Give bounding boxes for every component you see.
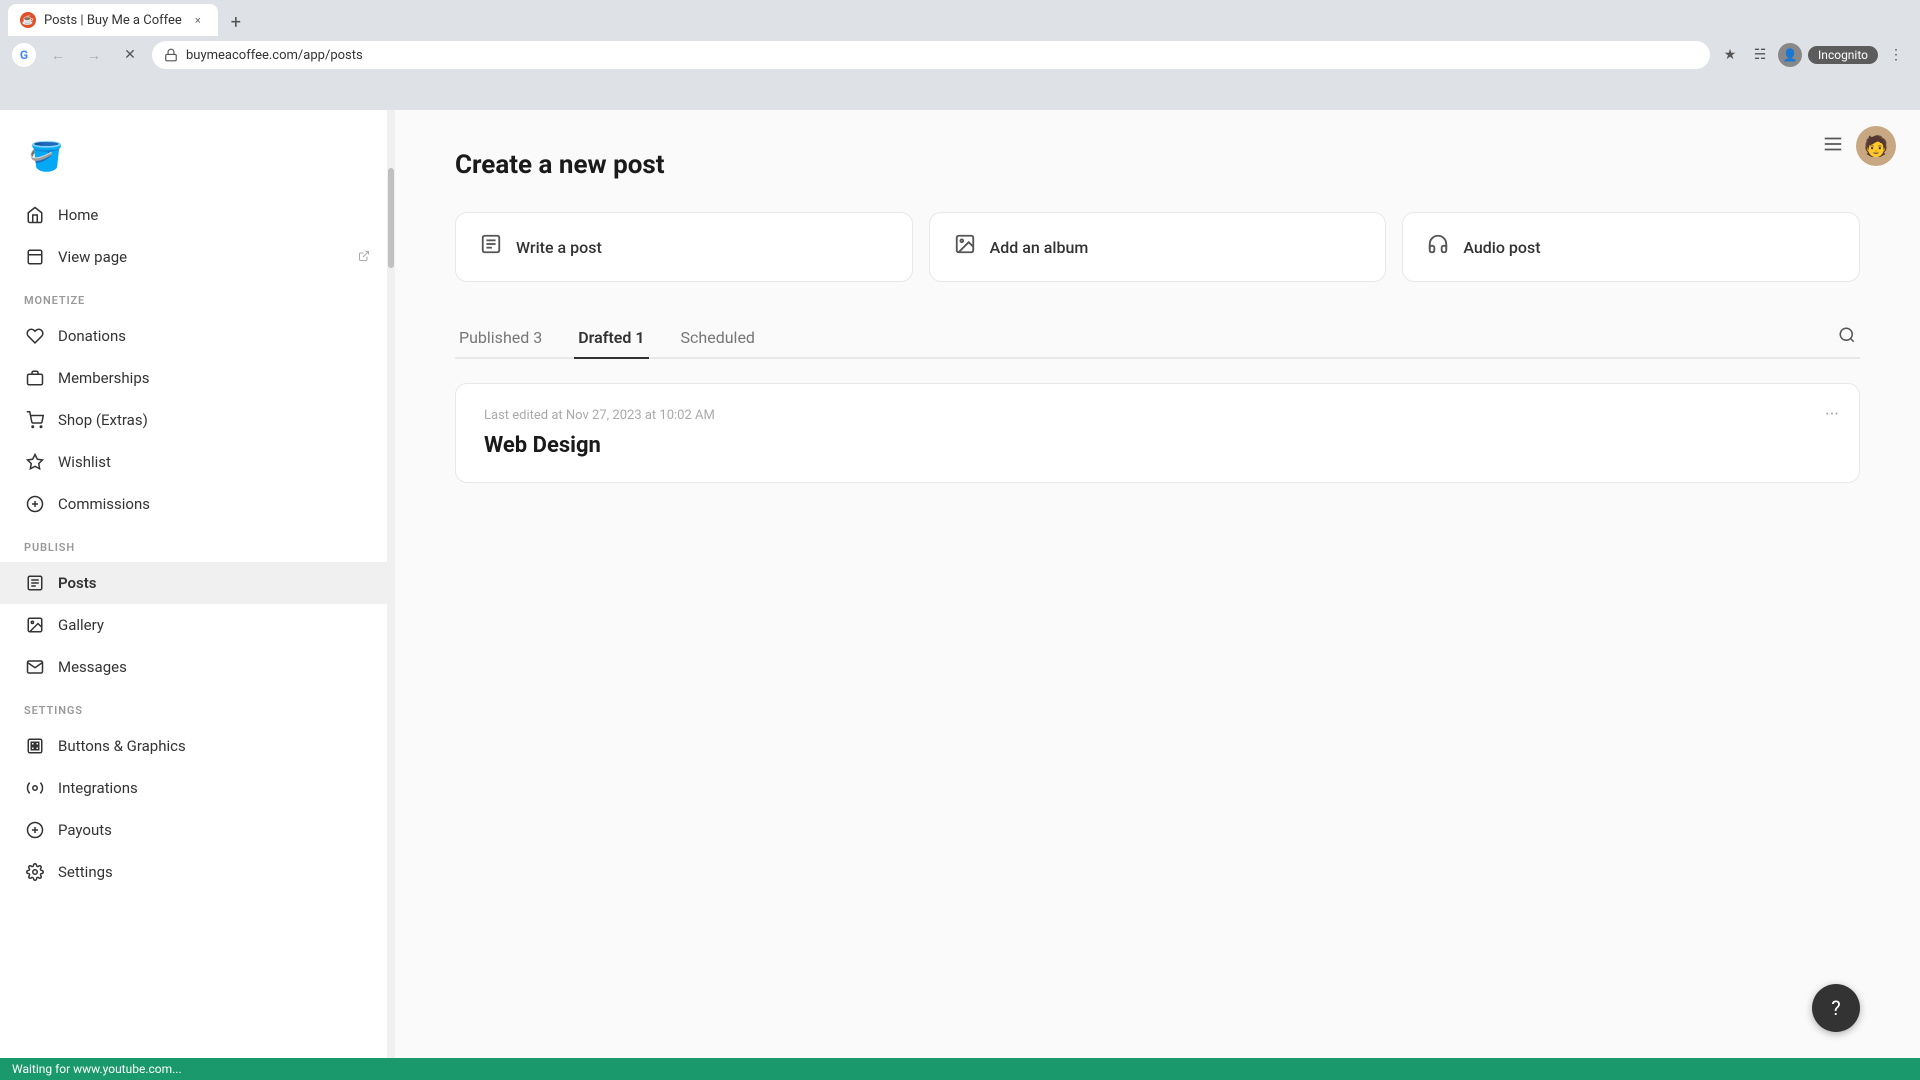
sidebar-item-posts[interactable]: Posts bbox=[0, 562, 387, 604]
sidebar-item-buttons-graphics[interactable]: Buttons & Graphics bbox=[0, 725, 387, 767]
tabs-row: Published 3 Drafted 1 Scheduled bbox=[455, 318, 1860, 359]
sidebar-view-page-label: View page bbox=[58, 248, 346, 266]
shop-icon bbox=[24, 409, 46, 431]
audio-post-label: Audio post bbox=[1463, 238, 1540, 257]
settings-section-label: SETTINGS bbox=[0, 688, 387, 725]
profile-icon: 👤 bbox=[1778, 43, 1802, 67]
commissions-icon bbox=[24, 493, 46, 515]
sidebar-logo: 🪣 bbox=[0, 110, 387, 194]
post-card-title: Web Design bbox=[484, 433, 1831, 458]
tab-favicon-icon bbox=[20, 12, 36, 28]
write-post-label: Write a post bbox=[516, 238, 602, 257]
status-text: Waiting for www.youtube.com... bbox=[12, 1062, 182, 1076]
publish-section-label: PUBLISH bbox=[0, 525, 387, 562]
search-button[interactable] bbox=[1834, 322, 1860, 353]
donations-icon bbox=[24, 325, 46, 347]
back-button[interactable]: ← bbox=[44, 41, 72, 69]
messages-icon bbox=[24, 656, 46, 678]
write-post-icon bbox=[480, 233, 502, 261]
sidebar-item-view-page[interactable]: View page bbox=[0, 236, 387, 278]
wishlist-icon bbox=[24, 451, 46, 473]
posts-icon bbox=[24, 572, 46, 594]
logo-icon: 🪣 bbox=[24, 134, 68, 178]
sidebar-item-shop[interactable]: Shop (Extras) bbox=[0, 399, 387, 441]
status-bar: Waiting for www.youtube.com... bbox=[0, 1058, 1920, 1080]
forward-button: → bbox=[80, 41, 108, 69]
sidebar-home-label: Home bbox=[58, 206, 370, 224]
bookmark-button[interactable]: ★ bbox=[1718, 43, 1742, 67]
sidebar-settings-label: Settings bbox=[58, 863, 370, 881]
sidebar-item-messages[interactable]: Messages bbox=[0, 646, 387, 688]
view-page-icon bbox=[24, 246, 46, 268]
page-title: Create a new post bbox=[455, 150, 1860, 180]
sidebar-item-integrations[interactable]: Integrations bbox=[0, 767, 387, 809]
sidebar-scrollbar[interactable] bbox=[387, 110, 395, 1080]
tab-drafted[interactable]: Drafted 1 bbox=[574, 318, 648, 359]
user-avatar[interactable]: 🧑 bbox=[1856, 126, 1896, 166]
lock-icon bbox=[164, 48, 178, 62]
sidebar-payouts-label: Payouts bbox=[58, 821, 370, 839]
incognito-badge: Incognito bbox=[1808, 46, 1878, 64]
browser-tab[interactable]: Posts | Buy Me a Coffee × bbox=[8, 4, 218, 36]
post-card: Last edited at Nov 27, 2023 at 10:02 AM … bbox=[455, 383, 1860, 483]
post-type-grid: Write a post Add an album Audio post bbox=[455, 212, 1860, 282]
add-album-card[interactable]: Add an album bbox=[929, 212, 1387, 282]
help-button[interactable]: ? bbox=[1812, 984, 1860, 1032]
more-options-button[interactable]: ⋮ bbox=[1884, 43, 1908, 67]
memberships-icon bbox=[24, 367, 46, 389]
sidebar-item-wishlist[interactable]: Wishlist bbox=[0, 441, 387, 483]
post-card-meta: Last edited at Nov 27, 2023 at 10:02 AM bbox=[484, 408, 1831, 423]
address-bar-actions: ★ ☵ 👤 Incognito ⋮ bbox=[1718, 43, 1908, 67]
add-album-label: Add an album bbox=[990, 238, 1089, 257]
settings-icon bbox=[24, 861, 46, 883]
url-text: buymeacoffee.com/app/posts bbox=[186, 48, 1698, 63]
sidebar-commissions-label: Commissions bbox=[58, 495, 370, 513]
sidebar-item-commissions[interactable]: Commissions bbox=[0, 483, 387, 525]
reader-button[interactable]: ☵ bbox=[1748, 43, 1772, 67]
tab-title: Posts | Buy Me a Coffee bbox=[44, 13, 182, 28]
new-tab-button[interactable]: + bbox=[222, 8, 250, 36]
sidebar-item-donations[interactable]: Donations bbox=[0, 315, 387, 357]
reload-button[interactable]: ✕ bbox=[116, 41, 144, 69]
sidebar-item-payouts[interactable]: Payouts bbox=[0, 809, 387, 851]
header-menu-button[interactable] bbox=[1822, 133, 1844, 160]
monetize-section-label: MONETIZE bbox=[0, 278, 387, 315]
buttons-graphics-icon bbox=[24, 735, 46, 757]
sidebar-wishlist-label: Wishlist bbox=[58, 453, 370, 471]
write-post-card[interactable]: Write a post bbox=[455, 212, 913, 282]
main-content: 🧑 Create a new post Write a post Add an … bbox=[395, 110, 1920, 1080]
sidebar-integrations-label: Integrations bbox=[58, 779, 370, 797]
sidebar-item-home[interactable]: Home bbox=[0, 194, 387, 236]
sidebar-memberships-label: Memberships bbox=[58, 369, 370, 387]
integrations-icon bbox=[24, 777, 46, 799]
sidebar-item-memberships[interactable]: Memberships bbox=[0, 357, 387, 399]
home-icon bbox=[24, 204, 46, 226]
app-header: 🧑 bbox=[1798, 110, 1920, 182]
sidebar-shop-label: Shop (Extras) bbox=[58, 411, 370, 429]
payouts-icon bbox=[24, 819, 46, 841]
sidebar-donations-label: Donations bbox=[58, 327, 370, 345]
audio-post-icon bbox=[1427, 233, 1449, 261]
tab-close-button[interactable]: × bbox=[190, 12, 206, 28]
audio-post-card[interactable]: Audio post bbox=[1402, 212, 1860, 282]
gallery-icon bbox=[24, 614, 46, 636]
post-card-menu-button[interactable]: ··· bbox=[1825, 404, 1839, 425]
sidebar-gallery-label: Gallery bbox=[58, 616, 370, 634]
sidebar-posts-label: Posts bbox=[58, 574, 370, 592]
sidebar-buttons-graphics-label: Buttons & Graphics bbox=[58, 737, 370, 755]
tab-published[interactable]: Published 3 bbox=[455, 318, 546, 359]
add-album-icon bbox=[954, 233, 976, 261]
sidebar-scroll-thumb[interactable] bbox=[388, 168, 394, 268]
sidebar-messages-label: Messages bbox=[58, 658, 370, 676]
external-link-icon bbox=[358, 250, 370, 265]
sidebar-item-gallery[interactable]: Gallery bbox=[0, 604, 387, 646]
sidebar-item-settings[interactable]: Settings bbox=[0, 851, 387, 893]
tab-scheduled[interactable]: Scheduled bbox=[677, 318, 759, 359]
google-icon: G bbox=[12, 43, 36, 67]
address-bar[interactable]: buymeacoffee.com/app/posts bbox=[152, 41, 1710, 69]
profile-button[interactable]: 👤 bbox=[1778, 43, 1802, 67]
